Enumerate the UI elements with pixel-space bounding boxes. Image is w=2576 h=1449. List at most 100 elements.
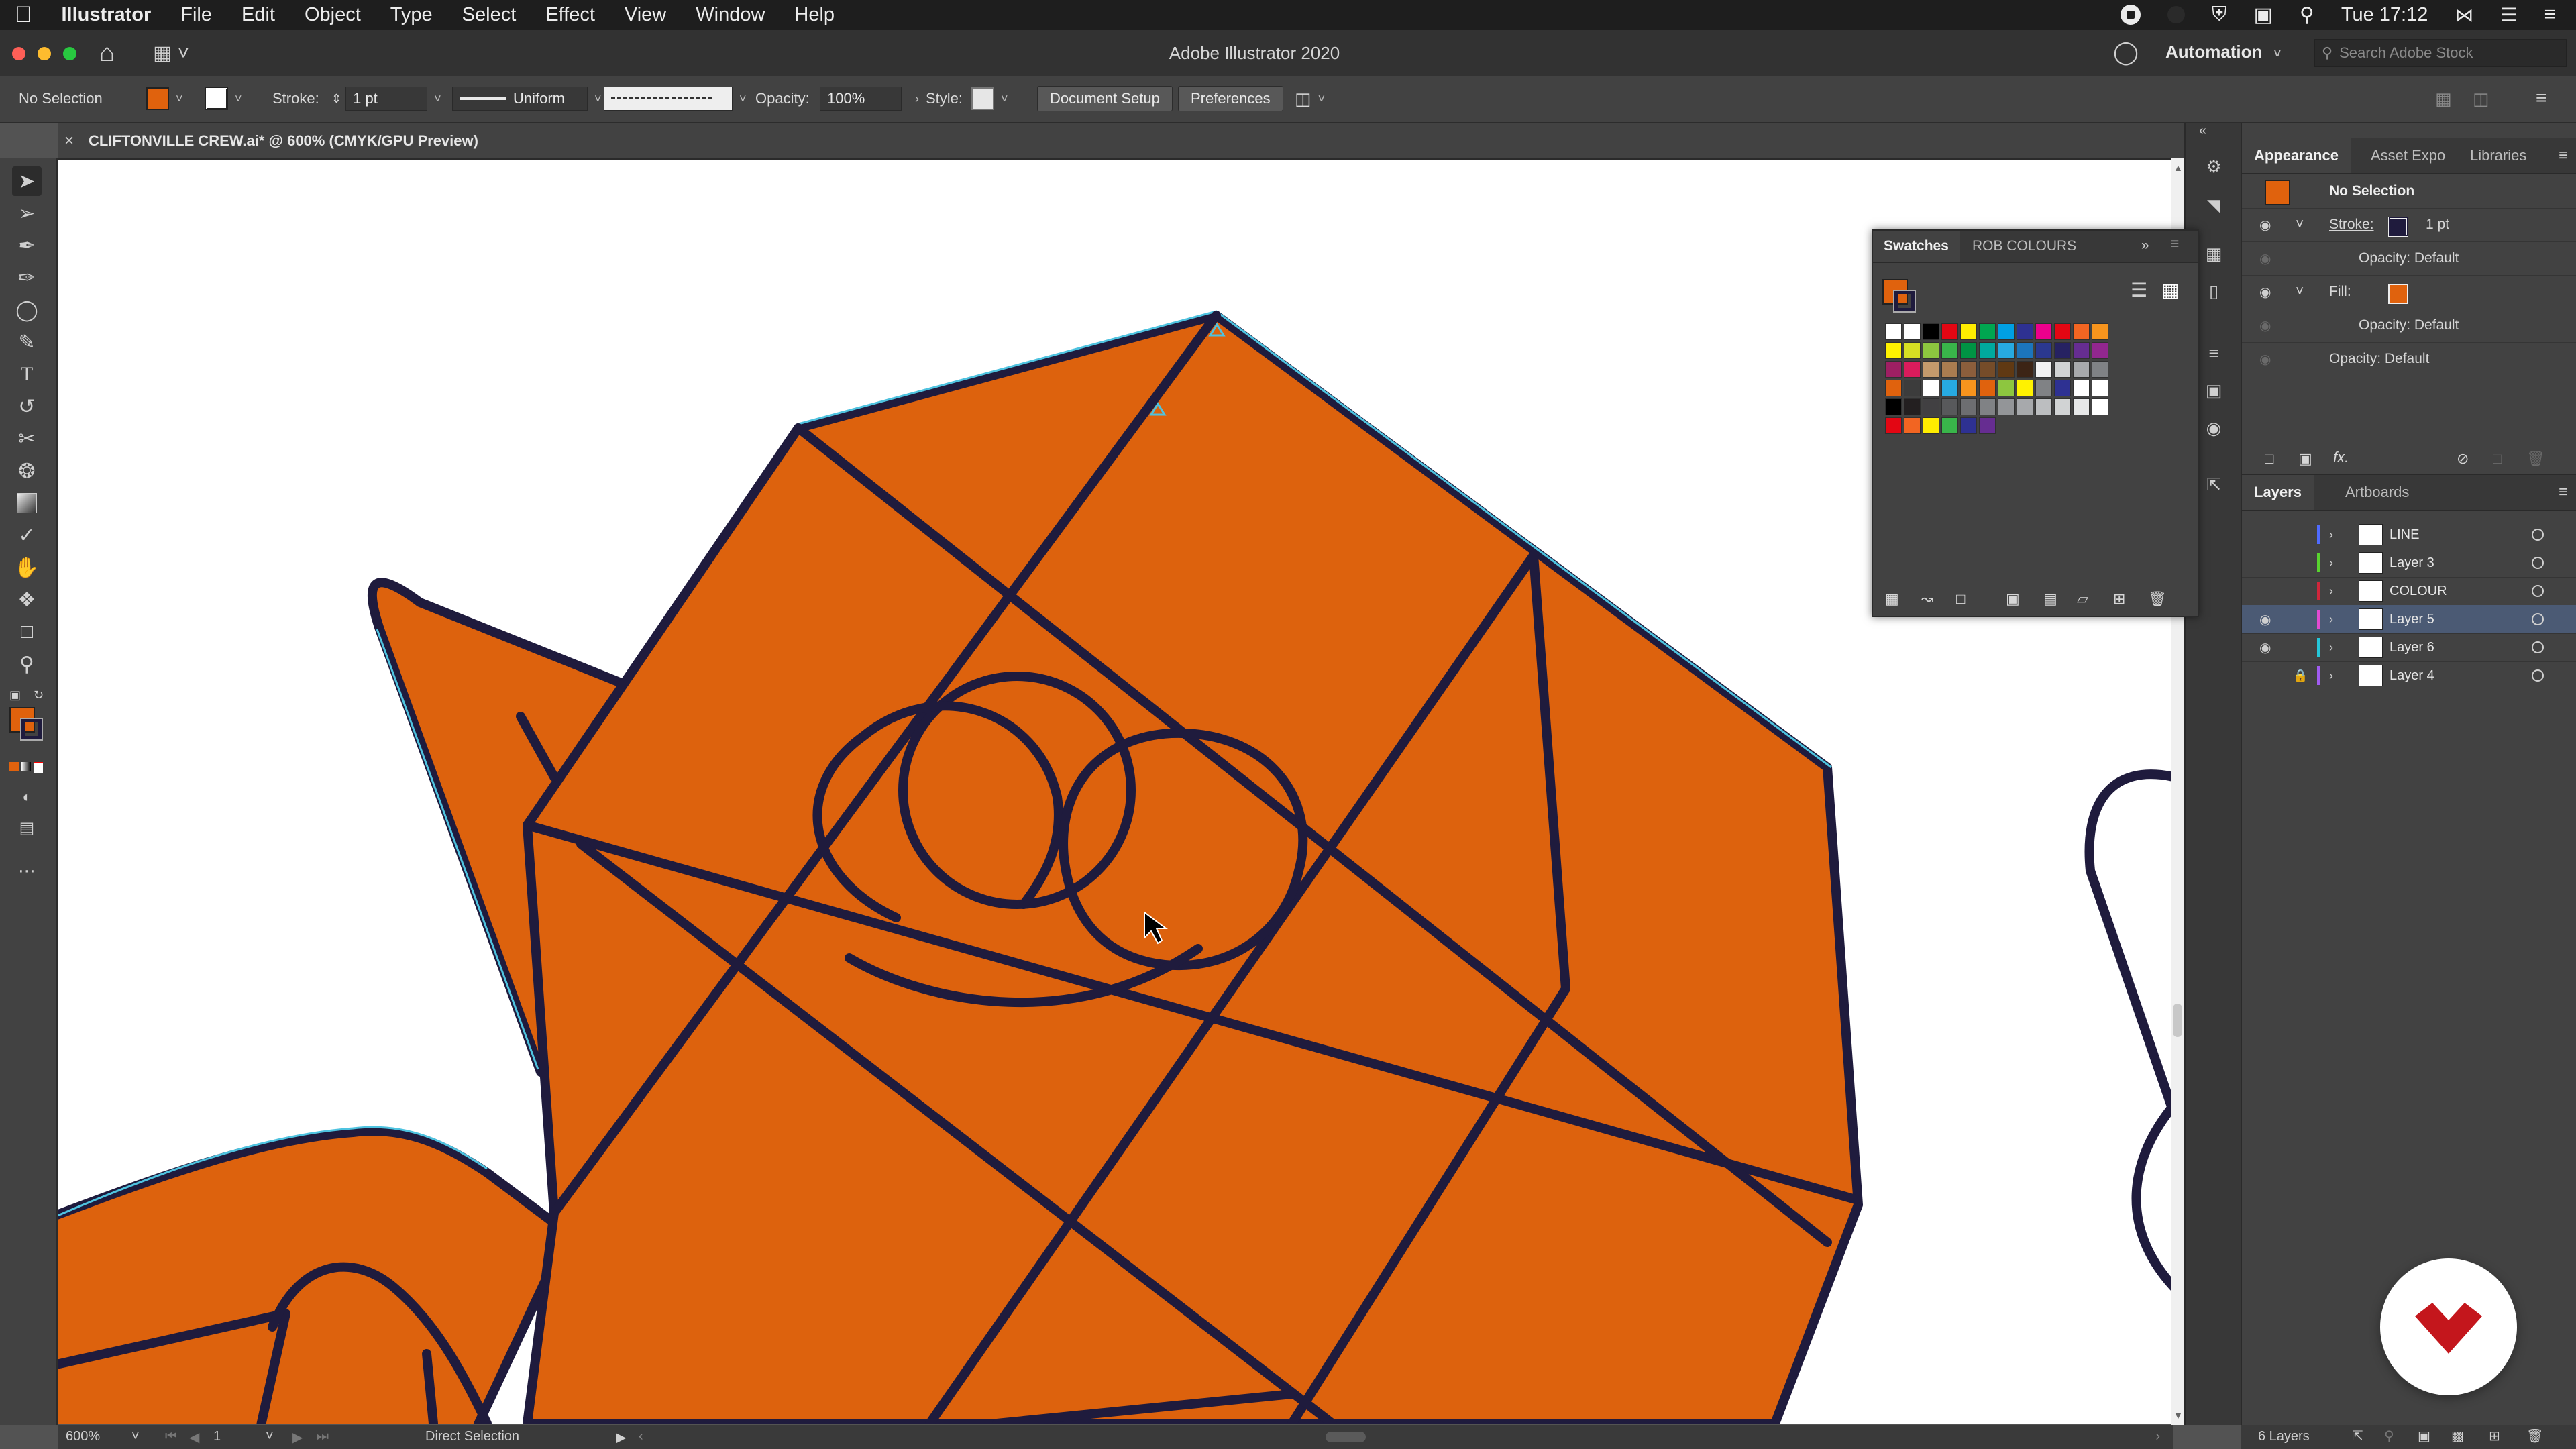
wifi-icon[interactable]: ☰ (2500, 4, 2517, 26)
search-icon[interactable]: ⚲ (2300, 3, 2314, 27)
swatch-cell[interactable] (1941, 417, 1958, 434)
appearance-opacity-row[interactable]: ◉ Opacity: Default (2242, 342, 2576, 376)
more-tools-icon[interactable]: ⋯ (12, 856, 42, 885)
swatch-cell[interactable] (1885, 361, 1902, 378)
fill-swatch[interactable] (146, 87, 169, 110)
swatch-cell[interactable] (2054, 361, 2071, 378)
swatch-cell[interactable] (1979, 323, 1996, 340)
scroll-thumb[interactable] (2173, 1004, 2182, 1037)
new-layer-icon[interactable]: ⊞ (2489, 1428, 2500, 1444)
swatch-cell[interactable] (1923, 398, 1939, 415)
swatch-cell[interactable] (2035, 323, 2052, 340)
fill-attr-swatch[interactable] (2388, 284, 2408, 304)
properties-icon[interactable]: ◥ (2202, 193, 2226, 217)
swatch-cell[interactable] (1960, 380, 1977, 396)
swap-colors-icon[interactable]: ↻ (34, 688, 44, 702)
clipping-mask-icon[interactable]: ▣ (2418, 1428, 2430, 1444)
scroll-down-icon[interactable]: ▼ (2174, 1410, 2183, 1421)
active-stroke-swatch[interactable] (1893, 290, 1916, 313)
style-control[interactable]: ˅ (971, 86, 1008, 111)
object-opacity-label[interactable]: Opacity: Default (2329, 351, 2429, 367)
minimize-window-icon[interactable] (38, 47, 51, 60)
panel-grid-icon[interactable]: ▦ (2435, 89, 2452, 109)
appearance-stroke-row[interactable]: ◉ ˅ Stroke: 1 pt (2242, 208, 2576, 242)
tab-appearance[interactable]: Appearance (2242, 138, 2351, 173)
swatch-cell[interactable] (1904, 323, 1921, 340)
swatch-cell[interactable] (2035, 398, 2052, 415)
swatch-cell[interactable] (2073, 380, 2090, 396)
app-menu[interactable]: Illustrator (47, 4, 166, 26)
fill-attr-label[interactable]: Fill: (2329, 284, 2351, 300)
swatch-cell[interactable] (1923, 323, 1939, 340)
swatch-cell[interactable] (2017, 380, 2033, 396)
swatch-cell[interactable] (1960, 342, 1977, 359)
direct-selection-tool-icon[interactable]: ➢ (12, 199, 42, 228)
swatch-cell[interactable] (1885, 417, 1902, 434)
swatch-cell[interactable] (1960, 323, 1977, 340)
tab-libraries[interactable]: Libraries (2458, 138, 2538, 173)
swatch-cell[interactable] (2017, 398, 2033, 415)
artboard-tool-icon[interactable]: □ (12, 617, 42, 647)
swatch-cell[interactable] (1904, 380, 1921, 396)
layer-target-icon[interactable] (2532, 557, 2544, 569)
selection-tool-icon[interactable]: ➤ (12, 166, 42, 196)
workspace-dropdown[interactable]: Automation ˅ (2165, 42, 2281, 62)
layer-row[interactable]: ◉ › Layer 6 (2242, 633, 2576, 662)
layer-target-icon[interactable] (2532, 669, 2544, 682)
visibility-eye-icon[interactable]: ◉ (2259, 217, 2271, 233)
menu-object[interactable]: Object (290, 4, 376, 26)
swatch-cell[interactable] (2035, 342, 2052, 359)
swatch-cell[interactable] (1979, 417, 1996, 434)
swatch-cell[interactable] (2092, 323, 2108, 340)
chevron-down-icon[interactable]: ˅ (434, 92, 441, 106)
tab-asset-export[interactable]: Asset Expo (2359, 138, 2457, 173)
profile-field[interactable]: Uniform (452, 87, 588, 111)
chevron-down-icon[interactable]: ˅ (1318, 92, 1326, 106)
cc-libraries-icon[interactable]: ⚙ (2202, 154, 2226, 178)
swatch-cell[interactable] (1979, 380, 1996, 396)
prev-artboard-icon[interactable]: ◀ (189, 1429, 199, 1446)
clock[interactable]: Tue 17:12 (2341, 4, 2428, 26)
stroke-swatch[interactable] (205, 87, 228, 110)
new-swatch-icon[interactable]: ⊞ (2113, 590, 2125, 608)
opacity-control[interactable]: 100% › (820, 86, 919, 111)
tab-artboards[interactable]: Artboards (2333, 475, 2421, 510)
brush-preview[interactable] (604, 87, 733, 111)
swatch-cell[interactable] (2054, 380, 2071, 396)
layer-name[interactable]: Layer 4 (2390, 668, 2434, 684)
swatch-cell[interactable] (1885, 342, 1902, 359)
visibility-eye-icon[interactable]: ◉ (2259, 250, 2271, 267)
swatch-cell[interactable] (2054, 342, 2071, 359)
layer-row[interactable]: › Layer 3 (2242, 549, 2576, 578)
horizontal-scroll-left-icon[interactable]: ‹ (639, 1429, 643, 1444)
swatch-cell[interactable] (2092, 361, 2108, 378)
swatch-cell[interactable] (2035, 380, 2052, 396)
list-view-icon[interactable]: ☰ (2131, 279, 2147, 301)
fill-opacity-label[interactable]: Opacity: Default (2359, 317, 2459, 333)
chevron-right-icon[interactable]: › (915, 92, 919, 106)
align-panel-icon[interactable]: ≡ (2202, 341, 2226, 365)
layer-row[interactable]: › LINE (2242, 521, 2576, 549)
swatch-cell[interactable] (2073, 398, 2090, 415)
artboard-canvas[interactable] (58, 160, 2174, 1424)
new-sublayer-icon[interactable]: ▩ (2451, 1428, 2464, 1444)
chevron-down-icon[interactable]: ˅ (739, 92, 747, 106)
swatch-cell[interactable] (1960, 361, 1977, 378)
layer-name[interactable]: Layer 3 (2390, 555, 2434, 571)
panel-menu-icon[interactable]: ≡ (2559, 146, 2568, 165)
display-icon[interactable]: ▣ (2254, 3, 2273, 27)
add-to-library-icon[interactable]: ↝ (1921, 590, 1933, 608)
stroke-color-swatch[interactable] (20, 718, 43, 741)
zoom-tool-icon[interactable]: ⚲ (12, 649, 42, 679)
menu-select[interactable]: Select (447, 4, 531, 26)
disclosure-chevron-icon[interactable]: ˅ (2296, 217, 2304, 233)
swatch-cell[interactable] (1998, 380, 2015, 396)
gradient-mode-icon[interactable] (21, 762, 31, 771)
swatch-cell[interactable] (2073, 323, 2090, 340)
color-mode-icon[interactable] (9, 762, 19, 771)
layer-target-icon[interactable] (2532, 613, 2544, 625)
workspace-switcher-icon[interactable]: ▦ ˅ (153, 42, 189, 65)
shield-icon[interactable]: ⛨ (2212, 3, 2227, 26)
menu-type[interactable]: Type (376, 4, 447, 26)
swatch-cell[interactable] (2017, 323, 2033, 340)
